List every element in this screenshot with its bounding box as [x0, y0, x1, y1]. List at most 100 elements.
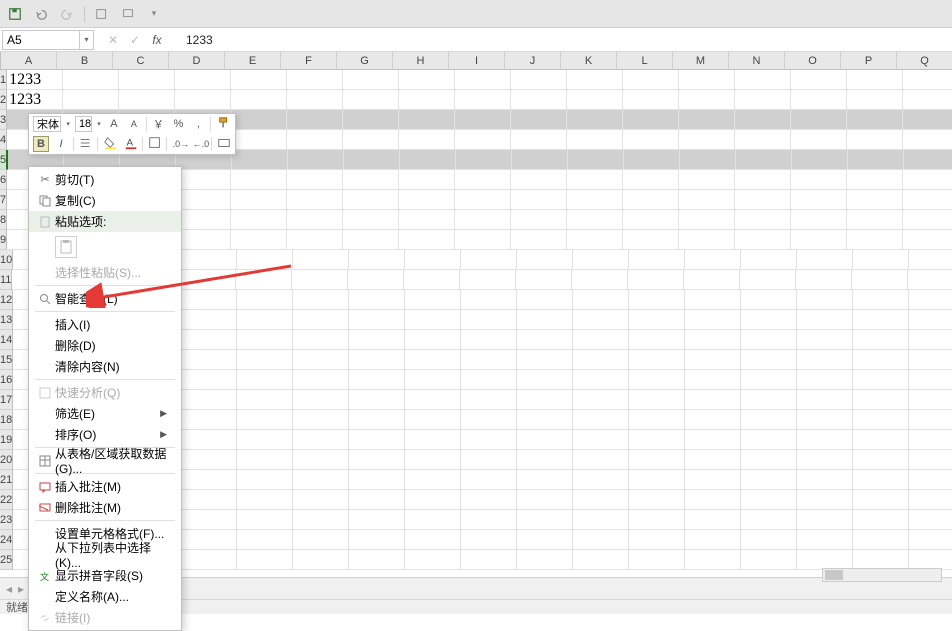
cell[interactable]: [741, 450, 797, 470]
accept-formula-button[interactable]: ✓: [124, 30, 146, 50]
cell[interactable]: [237, 550, 293, 570]
cell[interactable]: [517, 490, 573, 510]
cell[interactable]: [629, 430, 685, 450]
cell[interactable]: [461, 490, 517, 510]
cell[interactable]: [517, 450, 573, 470]
cell[interactable]: [405, 330, 461, 350]
undo-button[interactable]: [32, 5, 50, 23]
row-header[interactable]: 6: [0, 170, 7, 190]
cell[interactable]: [287, 130, 343, 150]
cell[interactable]: [349, 450, 405, 470]
cell[interactable]: [573, 490, 629, 510]
cell[interactable]: [232, 150, 288, 170]
cell[interactable]: [405, 370, 461, 390]
tab-nav-first[interactable]: ◂: [6, 582, 12, 596]
cell[interactable]: [461, 330, 517, 350]
cell[interactable]: [293, 290, 349, 310]
row-header[interactable]: 1: [0, 70, 7, 90]
cell[interactable]: [685, 450, 741, 470]
name-box-dropdown[interactable]: ▾: [80, 30, 94, 50]
cell[interactable]: [797, 550, 853, 570]
menu-pick-from-dropdown[interactable]: 从下拉列表中选择(K)...: [29, 544, 181, 565]
cell[interactable]: [461, 550, 517, 570]
increase-decimal-button[interactable]: .0→: [171, 138, 187, 150]
cell[interactable]: [461, 350, 517, 370]
cell[interactable]: [288, 150, 344, 170]
cell[interactable]: [909, 250, 952, 270]
cell[interactable]: [573, 290, 629, 310]
cell[interactable]: [735, 210, 791, 230]
cell[interactable]: [791, 190, 847, 210]
cell[interactable]: [293, 250, 349, 270]
cell[interactable]: [231, 230, 287, 250]
cell[interactable]: [573, 330, 629, 350]
cell[interactable]: 1233: [7, 70, 63, 90]
cell[interactable]: [461, 470, 517, 490]
cell[interactable]: [237, 370, 293, 390]
cell[interactable]: [741, 370, 797, 390]
column-header[interactable]: O: [785, 52, 841, 69]
cell[interactable]: [293, 530, 349, 550]
cell[interactable]: [512, 150, 568, 170]
row-header[interactable]: 21: [0, 470, 13, 490]
cell[interactable]: [623, 70, 679, 90]
cell[interactable]: [629, 370, 685, 390]
cell[interactable]: [181, 290, 237, 310]
cell[interactable]: [511, 90, 567, 110]
cell[interactable]: [628, 270, 684, 290]
cell[interactable]: [460, 270, 516, 290]
cell[interactable]: [573, 390, 629, 410]
cell[interactable]: [909, 510, 952, 530]
menu-show-phonetic[interactable]: 文显示拼音字段(S): [29, 565, 181, 586]
cell[interactable]: [293, 330, 349, 350]
cell[interactable]: [629, 330, 685, 350]
formula-bar-value[interactable]: 1233: [186, 33, 213, 47]
cell[interactable]: [293, 550, 349, 570]
cell[interactable]: [629, 530, 685, 550]
cell[interactable]: [511, 170, 567, 190]
font-size-dropdown[interactable]: ▾: [96, 120, 102, 128]
cell[interactable]: [343, 230, 399, 250]
row-header[interactable]: 14: [0, 330, 13, 350]
cell[interactable]: [455, 110, 511, 130]
cell[interactable]: [735, 230, 791, 250]
cell[interactable]: [181, 450, 237, 470]
cell[interactable]: [287, 90, 343, 110]
cell[interactable]: [237, 350, 293, 370]
cell[interactable]: [399, 90, 455, 110]
cell[interactable]: [629, 450, 685, 470]
cell[interactable]: [461, 430, 517, 450]
cell[interactable]: [853, 430, 909, 450]
cell[interactable]: [349, 430, 405, 450]
row-header[interactable]: 19: [0, 430, 13, 450]
cell[interactable]: [405, 290, 461, 310]
cell[interactable]: [461, 370, 517, 390]
cell[interactable]: [791, 110, 847, 130]
cell[interactable]: [511, 230, 567, 250]
cell[interactable]: [455, 130, 511, 150]
cell[interactable]: [741, 530, 797, 550]
cell[interactable]: [455, 230, 511, 250]
cell[interactable]: [903, 90, 952, 110]
cell[interactable]: [568, 150, 624, 170]
cell[interactable]: [237, 470, 293, 490]
cell[interactable]: [511, 130, 567, 150]
cell[interactable]: [344, 150, 400, 170]
cell[interactable]: [685, 350, 741, 370]
cell[interactable]: [349, 550, 405, 570]
cell[interactable]: [287, 110, 343, 130]
cell[interactable]: [735, 110, 791, 130]
cell[interactable]: [791, 70, 847, 90]
cell[interactable]: [293, 450, 349, 470]
cell[interactable]: [405, 430, 461, 450]
cell[interactable]: [797, 450, 853, 470]
cell[interactable]: [455, 170, 511, 190]
save-button[interactable]: [6, 5, 24, 23]
cell[interactable]: [461, 290, 517, 310]
cell[interactable]: [237, 330, 293, 350]
cell[interactable]: [175, 210, 231, 230]
cell[interactable]: [461, 510, 517, 530]
cell[interactable]: [181, 470, 237, 490]
cell[interactable]: [736, 150, 792, 170]
cell[interactable]: [847, 130, 903, 150]
